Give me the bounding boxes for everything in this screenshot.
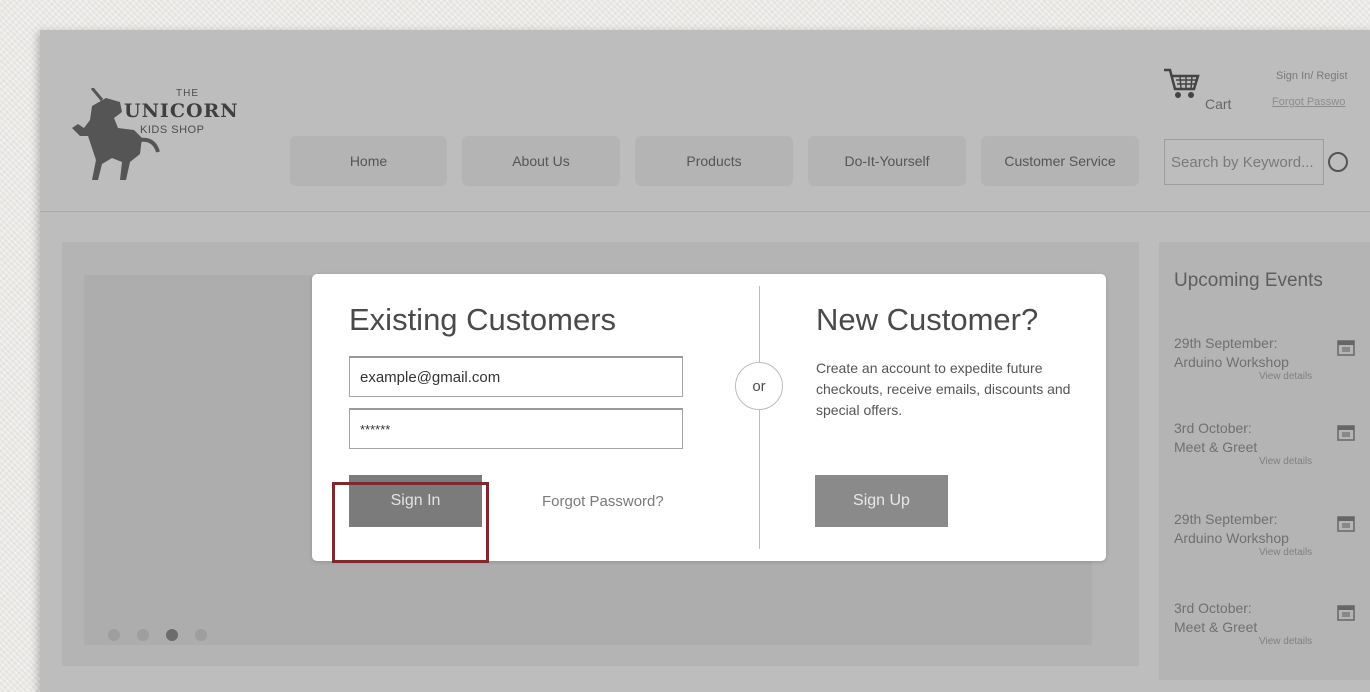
nav-do-it-yourself[interactable]: Do-It-Yourself — [808, 136, 966, 186]
nav-home-label: Home — [349, 153, 388, 169]
logo-text-the: THE — [176, 88, 199, 99]
signin-register-link[interactable]: Sign In/ Regist — [1276, 70, 1348, 82]
carousel-dot[interactable] — [195, 629, 207, 641]
carousel-dot-active[interactable] — [166, 629, 178, 641]
event-view-details-link[interactable]: View details — [1259, 636, 1312, 647]
search-input[interactable] — [1164, 139, 1324, 185]
logo[interactable]: THE UNICORN KIDS SHOP — [62, 88, 252, 188]
carousel-dot[interactable] — [137, 629, 149, 641]
nav-products-label: Products — [686, 153, 742, 169]
event-item: 29th September: Arduino Workshop View de… — [1174, 334, 1370, 382]
password-field[interactable] — [349, 408, 683, 449]
forgot-password-link[interactable]: Forgot Password? — [542, 493, 664, 510]
existing-customers-title: Existing Customers — [349, 302, 617, 337]
calendar-icon[interactable] — [1336, 602, 1356, 622]
or-label: or — [752, 377, 766, 395]
event-view-details-link[interactable]: View details — [1259, 547, 1312, 558]
nav-customer-service[interactable]: Customer Service — [981, 136, 1139, 186]
email-field[interactable] — [349, 356, 683, 397]
site-header: THE UNICORN KIDS SHOP Home About Us Prod… — [40, 30, 1370, 212]
calendar-icon[interactable] — [1336, 422, 1356, 442]
events-title: Upcoming Events — [1174, 270, 1323, 291]
event-view-details-link[interactable]: View details — [1259, 456, 1312, 467]
nav-do-it-yourself-label: Do-It-Yourself — [844, 153, 930, 169]
or-separator: or — [735, 362, 783, 410]
login-modal: Existing Customers Sign In Forgot Passwo… — [312, 274, 1106, 561]
modal-divider — [759, 286, 760, 549]
calendar-icon[interactable] — [1336, 513, 1356, 533]
event-item: 29th September: Arduino Workshop View de… — [1174, 510, 1370, 558]
logo-text-kids-shop: KIDS SHOP — [140, 124, 205, 136]
nav-home[interactable]: Home — [290, 136, 447, 186]
sign-up-button[interactable]: Sign Up — [815, 475, 948, 527]
nav-customer-service-label: Customer Service — [1004, 153, 1116, 169]
forgot-password-link[interactable]: Forgot Passwo — [1272, 96, 1345, 108]
nav-about-us[interactable]: About Us — [462, 136, 620, 186]
sign-in-button[interactable]: Sign In — [349, 475, 482, 527]
carousel-dot[interactable] — [108, 629, 120, 641]
nav-about-us-label: About Us — [512, 153, 570, 169]
event-item: 3rd October: Meet & Greet View details — [1174, 419, 1370, 467]
event-view-details-link[interactable]: View details — [1259, 371, 1312, 382]
cart-label[interactable]: Cart — [1205, 96, 1231, 112]
new-customer-description: Create an account to expedite future che… — [816, 360, 1071, 418]
calendar-icon[interactable] — [1336, 337, 1356, 357]
new-customer-title: New Customer? — [816, 302, 1039, 337]
logo-text-unicorn: UNICORN — [124, 100, 239, 122]
carousel-dots — [108, 629, 207, 641]
cart-icon[interactable] — [1162, 67, 1202, 101]
search-icon[interactable] — [1326, 150, 1350, 174]
header-divider — [40, 211, 1370, 212]
event-item: 3rd October: Meet & Greet View details — [1174, 599, 1370, 647]
nav-products[interactable]: Products — [635, 136, 793, 186]
